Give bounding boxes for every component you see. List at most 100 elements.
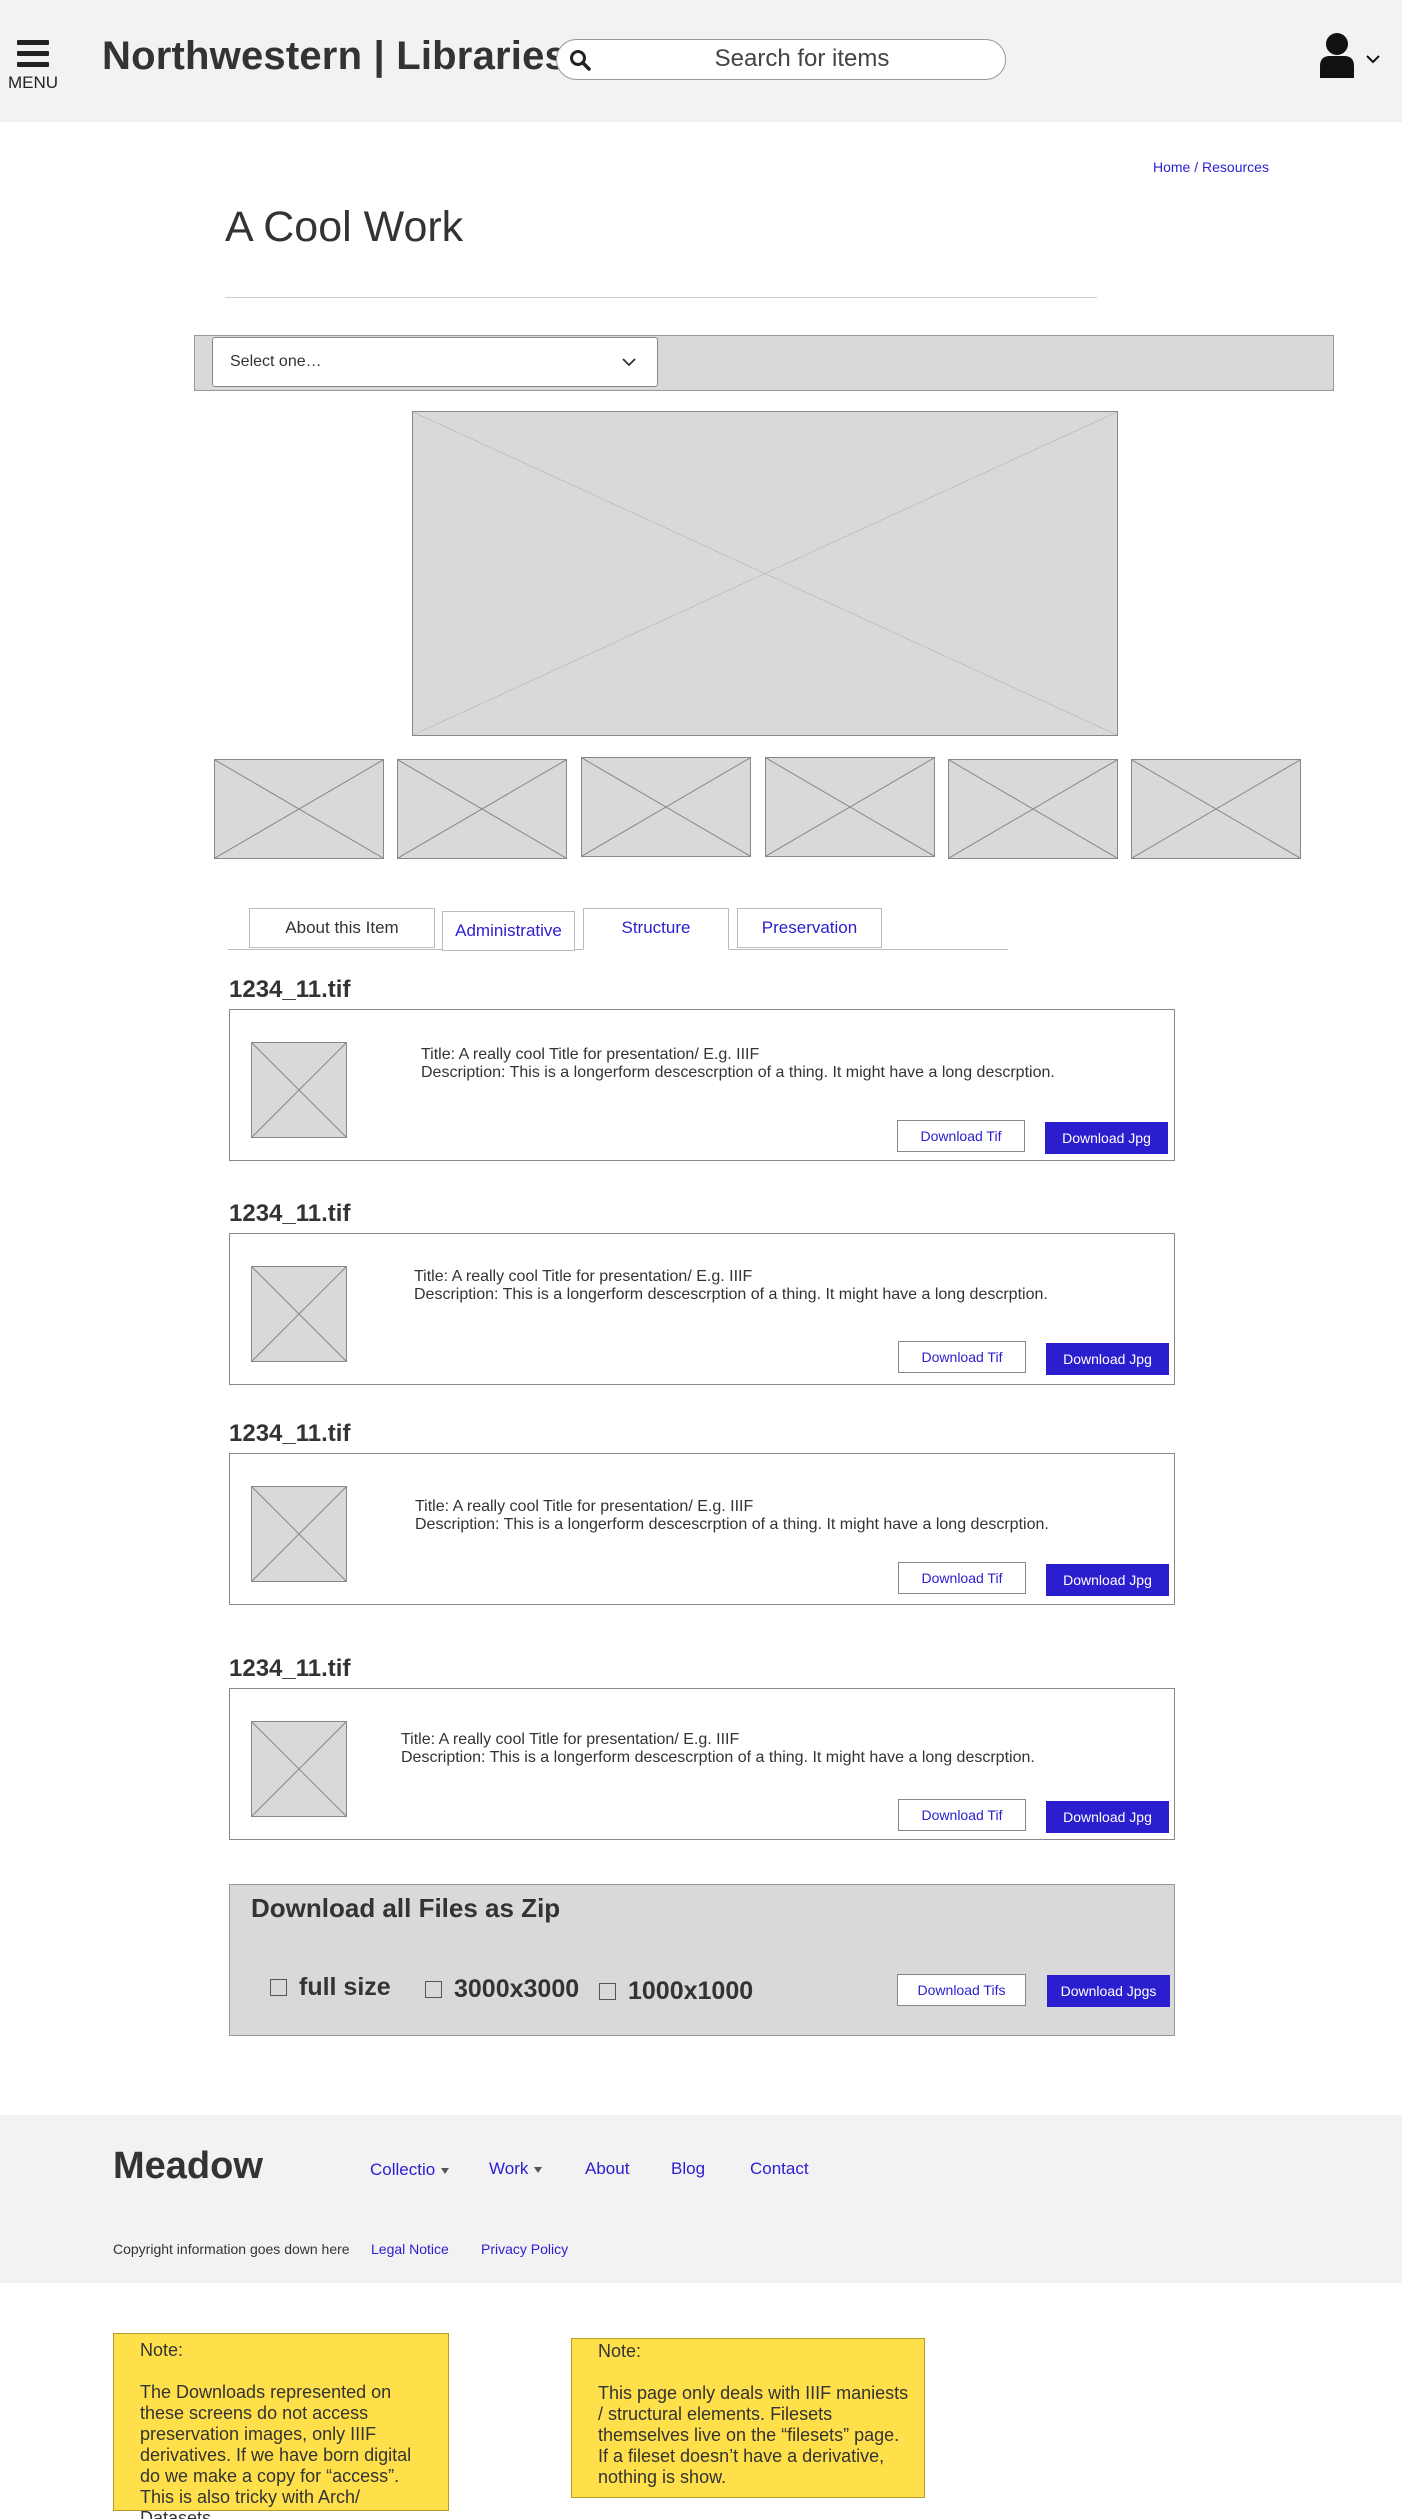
zip-option-1000[interactable]: 1000x1000 — [599, 1977, 753, 2006]
download-jpg-button[interactable]: Download Jpg — [1045, 1122, 1168, 1154]
image-placeholder-icon — [215, 760, 383, 858]
footer-nav-contact[interactable]: Contact — [750, 2159, 809, 2179]
file-thumbnail[interactable] — [251, 1486, 347, 1582]
download-tif-button[interactable]: Download Tif — [898, 1799, 1026, 1831]
footer-nav-label: Work — [489, 2159, 529, 2178]
tab-administrative[interactable]: Administrative — [442, 911, 575, 951]
page-title: A Cool Work — [225, 203, 464, 251]
file-title: Title: A really cool Title for presentat… — [421, 1046, 760, 1063]
footer-nav-about[interactable]: About — [585, 2159, 629, 2179]
image-placeholder-icon — [949, 760, 1117, 858]
download-jpgs-button[interactable]: Download Jpgs — [1047, 1975, 1170, 2007]
file-thumbnail[interactable] — [251, 1042, 347, 1138]
file-meta: Title: A really cool Title for presentat… — [414, 1268, 1048, 1304]
fileset-select[interactable]: Select one… — [212, 337, 658, 387]
footer-nav-work[interactable]: Work — [489, 2159, 543, 2179]
note-body: The Downloads represented on these scree… — [140, 2382, 412, 2519]
search-icon[interactable] — [569, 49, 591, 71]
zip-option-label: 1000x1000 — [628, 1977, 754, 2005]
file-thumbnail[interactable] — [251, 1266, 347, 1362]
breadcrumb-current[interactable]: Resources — [1202, 159, 1269, 175]
site-header: MENU Northwestern | Libraries — [0, 0, 1402, 122]
download-tif-button[interactable]: Download Tif — [898, 1341, 1026, 1373]
note-body: This page only deals with IIIF maniests … — [598, 2383, 909, 2487]
thumbnail[interactable] — [948, 759, 1118, 859]
menu-label: MENU — [8, 73, 59, 92]
footer-nav-collections[interactable]: Collectio — [370, 2160, 450, 2180]
zip-option-label: 3000x3000 — [454, 1975, 580, 2003]
copyright-text: Copyright information goes down here — [113, 2241, 350, 2257]
annotation-note: Note: The Downloads represented on these… — [113, 2333, 449, 2519]
site-title[interactable]: Northwestern | Libraries — [102, 34, 567, 79]
zip-download-panel: Download all Files as Zip full size 3000… — [229, 1884, 1175, 2036]
file-meta: Title: A really cool Title for presentat… — [421, 1046, 1055, 1082]
zip-option-full-size[interactable]: full size — [270, 1973, 391, 2002]
annotation-note: Note: This page only deals with IIIF man… — [571, 2338, 925, 2498]
image-placeholder-icon — [252, 1487, 346, 1581]
download-tif-button[interactable]: Download Tif — [897, 1120, 1025, 1152]
breadcrumb: Home / Resources — [1153, 159, 1269, 175]
caret-down-icon — [534, 2166, 543, 2173]
divider — [225, 297, 1097, 298]
checkbox-icon[interactable] — [425, 1981, 442, 1998]
file-card: Title: A really cool Title for presentat… — [229, 1688, 1175, 1840]
file-description: Description: This is a longerform desces… — [414, 1286, 1048, 1303]
chevron-down-icon — [1366, 55, 1380, 64]
menu-icon — [8, 40, 58, 67]
zip-title: Download all Files as Zip — [251, 1893, 561, 1923]
zip-option-label: full size — [299, 1973, 391, 2001]
thumbnail[interactable] — [1131, 759, 1301, 859]
breadcrumb-separator: / — [1190, 159, 1203, 175]
thumbnail[interactable] — [397, 759, 567, 859]
file-card: Title: A really cool Title for presentat… — [229, 1009, 1175, 1161]
file-meta: Title: A really cool Title for presentat… — [401, 1731, 1035, 1767]
footer-logo[interactable]: Meadow — [113, 2145, 263, 2188]
download-jpg-button[interactable]: Download Jpg — [1046, 1343, 1169, 1375]
tab-about-this-item[interactable]: About this Item — [249, 908, 435, 948]
file-title: Title: A really cool Title for presentat… — [415, 1498, 754, 1515]
file-title: Title: A really cool Title for presentat… — [414, 1268, 753, 1285]
file-title: Title: A really cool Title for presentat… — [401, 1731, 740, 1748]
image-placeholder-icon — [252, 1267, 346, 1361]
file-heading: 1234_11.tif — [229, 1200, 351, 1227]
file-thumbnail[interactable] — [251, 1721, 347, 1817]
download-tifs-button[interactable]: Download Tifs — [897, 1974, 1026, 2006]
zip-option-3000[interactable]: 3000x3000 — [425, 1975, 579, 2004]
legal-notice-link[interactable]: Legal Notice — [371, 2241, 449, 2257]
file-meta: Title: A really cool Title for presentat… — [415, 1498, 1049, 1534]
main-image-viewer[interactable] — [412, 411, 1118, 736]
footer-nav-label: Collectio — [370, 2160, 436, 2179]
site-footer: Meadow Collectio Work About Blog Contact… — [0, 2115, 1402, 2283]
image-placeholder-icon — [252, 1722, 346, 1816]
image-placeholder-icon — [398, 760, 566, 858]
privacy-policy-link[interactable]: Privacy Policy — [481, 2241, 568, 2257]
checkbox-icon[interactable] — [599, 1983, 616, 2000]
thumbnail[interactable] — [765, 757, 935, 857]
thumbnail[interactable] — [214, 759, 384, 859]
thumbnail[interactable] — [581, 757, 751, 857]
file-description: Description: This is a longerform desces… — [415, 1516, 1049, 1533]
breadcrumb-home[interactable]: Home — [1153, 159, 1190, 175]
image-placeholder-icon — [582, 758, 750, 856]
note-title: Note: — [598, 2341, 642, 2361]
file-card: Title: A really cool Title for presentat… — [229, 1453, 1175, 1605]
menu-button[interactable]: MENU — [8, 40, 58, 93]
tab-preservation[interactable]: Preservation — [737, 908, 882, 948]
search-input[interactable] — [617, 44, 987, 74]
tab-structure[interactable]: Structure — [583, 908, 729, 950]
search-box — [556, 39, 1006, 80]
download-tif-button[interactable]: Download Tif — [898, 1562, 1026, 1594]
download-jpg-button[interactable]: Download Jpg — [1046, 1801, 1169, 1833]
user-icon — [1320, 33, 1354, 78]
image-placeholder-icon — [252, 1043, 346, 1137]
user-menu[interactable] — [1318, 32, 1384, 82]
file-card: Title: A really cool Title for presentat… — [229, 1233, 1175, 1385]
image-placeholder-icon — [766, 758, 934, 856]
file-description: Description: This is a longerform desces… — [401, 1749, 1035, 1766]
select-value: Select one… — [230, 353, 322, 370]
footer-nav-blog[interactable]: Blog — [671, 2159, 705, 2179]
checkbox-icon[interactable] — [270, 1979, 287, 1996]
download-jpg-button[interactable]: Download Jpg — [1046, 1564, 1169, 1596]
note-title: Note: — [140, 2340, 184, 2360]
file-heading: 1234_11.tif — [229, 1655, 351, 1682]
